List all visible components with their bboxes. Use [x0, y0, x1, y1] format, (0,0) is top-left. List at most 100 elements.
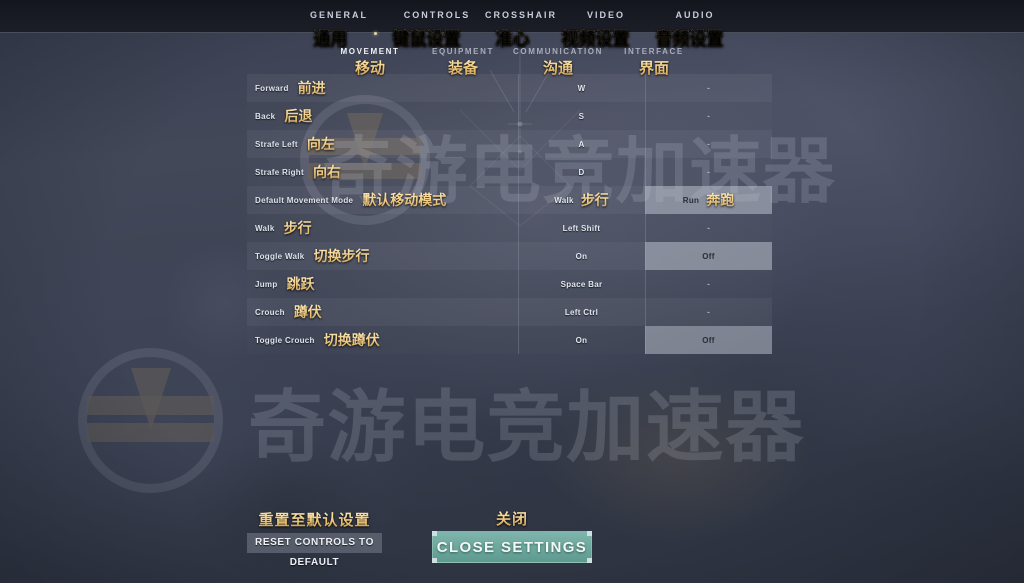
keybind-action-name: Jump 跳跃	[247, 270, 518, 298]
corner-marker-icon	[432, 558, 437, 563]
tab-audio[interactable]: 音频设置	[643, 24, 737, 49]
keybind-action-name-cn: 切换蹲伏	[324, 330, 380, 350]
keybind-action-name: Default Movement Mode 默认移动模式	[247, 186, 518, 214]
keybind-primary-cell[interactable]: A	[518, 130, 645, 158]
tab-general[interactable]: 通用	[288, 24, 374, 49]
keybind-action-name-en: Toggle Crouch	[255, 335, 315, 345]
close-settings-button-label: CLOSE SETTINGS	[436, 539, 588, 556]
keybind-primary-cell[interactable]: W	[518, 74, 645, 102]
table-row: Strafe Right 向右 D -	[247, 158, 772, 186]
reset-controls-label-cn: 重置至默认设置	[247, 509, 382, 530]
keybind-action-name-cn: 切换步行	[314, 246, 370, 266]
column-divider	[645, 102, 646, 130]
keybind-primary-cell[interactable]: On	[518, 326, 645, 354]
column-divider	[518, 214, 519, 242]
keybind-action-name-cn: 默认移动模式	[362, 190, 446, 210]
keybind-action-name-en: Strafe Right	[255, 167, 304, 177]
keybind-table: Forward 前进 W - Back 后退 S - Strafe Left 向左 A - Strafe…	[247, 74, 772, 354]
keybind-primary-value-en: Walk	[554, 195, 574, 205]
column-divider	[645, 214, 646, 242]
column-divider	[518, 242, 519, 270]
keybind-action-name-en: Strafe Left	[255, 139, 298, 149]
tab-label-video[interactable]: VIDEO	[562, 10, 650, 20]
keybind-secondary-cell[interactable]: -	[645, 270, 772, 298]
keybind-secondary-cell[interactable]: -	[645, 298, 772, 326]
keybind-secondary-value-en: -	[707, 279, 710, 289]
keybind-action-name: Toggle Walk 切换步行	[247, 242, 518, 270]
keybind-action-name: Strafe Right 向右	[247, 158, 518, 186]
keybind-primary-value-en: Left Shift	[562, 223, 601, 233]
tab-label-controls[interactable]: CONTROLS	[394, 10, 480, 20]
keybind-secondary-cell[interactable]: -	[645, 214, 772, 242]
keybind-action-name-cn: 跳跃	[287, 274, 315, 294]
keybind-action-name-en: Toggle Walk	[255, 251, 305, 261]
keybind-primary-cell[interactable]: On	[518, 242, 645, 270]
keybind-primary-cell[interactable]: S	[518, 102, 645, 130]
keybind-action-name-en: Forward	[255, 83, 289, 93]
keybind-action-name-cn: 步行	[284, 218, 312, 238]
reset-controls-group: 重置至默认设置 RESET CONTROLS TO DEFAULT	[247, 509, 382, 568]
keybind-primary-value-en: Left Ctrl	[564, 307, 599, 317]
keybind-primary-value-cn: 步行	[581, 190, 609, 210]
keybind-secondary-value-en: -	[707, 83, 710, 93]
keybind-secondary-value-cn: 奔跑	[706, 190, 734, 210]
column-divider	[518, 270, 519, 298]
reset-controls-button[interactable]: RESET CONTROLS TO DEFAULT	[247, 533, 382, 568]
subtab-label-communication[interactable]: COMMUNICATION	[509, 47, 607, 56]
keybind-secondary-cell[interactable]: Run 奔跑	[645, 186, 772, 214]
table-row: Back 后退 S -	[247, 102, 772, 130]
tab-crosshair[interactable]: 准心	[477, 24, 549, 49]
keybind-action-name-cn: 向右	[313, 162, 341, 182]
keybind-secondary-cell[interactable]: -	[645, 130, 772, 158]
keybind-secondary-value-en: -	[707, 111, 710, 121]
column-divider	[518, 74, 519, 102]
tab-label-audio[interactable]: AUDIO	[650, 10, 740, 20]
keybind-primary-cell[interactable]: D	[518, 158, 645, 186]
close-settings-button[interactable]: CLOSE SETTINGS	[432, 531, 592, 563]
keybind-primary-value-en: Space Bar	[560, 279, 603, 289]
column-divider	[518, 326, 519, 354]
column-divider	[518, 130, 519, 158]
column-divider	[518, 102, 519, 130]
keybind-primary-value-en: On	[575, 251, 588, 261]
close-settings-group: 关闭 CLOSE SETTINGS	[432, 508, 592, 563]
keybind-primary-cell[interactable]: Left Shift	[518, 214, 645, 242]
keybind-secondary-cell[interactable]: Off	[645, 242, 772, 270]
subtab-label-equipment[interactable]: EQUIPMENT	[417, 47, 509, 56]
tab-controls[interactable]: 键鼠设置	[377, 24, 477, 49]
keybind-primary-value-en: D	[578, 167, 585, 177]
tab-label-crosshair[interactable]: CROSSHAIR	[480, 10, 562, 20]
keybind-secondary-cell[interactable]: -	[645, 158, 772, 186]
keybind-secondary-value-en: Off	[702, 251, 715, 261]
column-divider	[518, 186, 519, 214]
keybind-action-name-cn: 蹲伏	[294, 302, 322, 322]
tab-bar-chinese: 通用 键鼠设置 准心 视频设置 音频设置	[0, 24, 1024, 49]
subtab-label-interface[interactable]: INTERFACE	[607, 47, 701, 56]
corner-marker-icon	[587, 558, 592, 563]
close-settings-label-cn: 关闭	[432, 508, 592, 529]
column-divider	[645, 186, 646, 214]
keybind-primary-cell[interactable]: Walk 步行	[518, 186, 645, 214]
keybind-action-name-en: Default Movement Mode	[255, 195, 354, 205]
keybind-action-name-cn: 向左	[307, 134, 335, 154]
keybind-primary-value-en: On	[575, 335, 588, 345]
keybind-secondary-cell[interactable]: Off	[645, 326, 772, 354]
table-row: Jump 跳跃 Space Bar -	[247, 270, 772, 298]
keybind-secondary-value-en: -	[707, 167, 710, 177]
subtab-label-movement[interactable]: MOVEMENT	[323, 47, 417, 56]
tab-label-general[interactable]: GENERAL	[284, 10, 394, 20]
column-divider	[518, 298, 519, 326]
keybind-secondary-cell[interactable]: -	[645, 74, 772, 102]
tab-video[interactable]: 视频设置	[549, 24, 643, 49]
keybind-action-name: Back 后退	[247, 102, 518, 130]
table-row: Walk 步行 Left Shift -	[247, 214, 772, 242]
keybind-secondary-value-en: -	[707, 139, 710, 149]
column-divider	[645, 130, 646, 158]
column-divider	[645, 74, 646, 102]
column-divider	[518, 158, 519, 186]
keybind-primary-cell[interactable]: Left Ctrl	[518, 298, 645, 326]
keybind-secondary-value-en: Off	[702, 335, 715, 345]
keybind-primary-cell[interactable]: Space Bar	[518, 270, 645, 298]
table-row: Crouch 蹲伏 Left Ctrl -	[247, 298, 772, 326]
keybind-secondary-cell[interactable]: -	[645, 102, 772, 130]
